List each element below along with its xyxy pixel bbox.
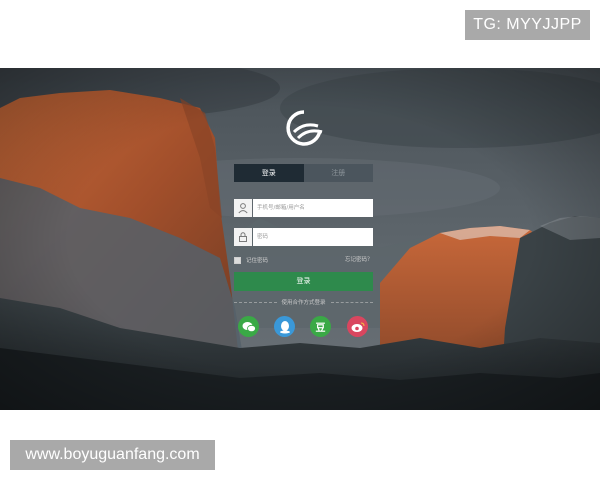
remember-password[interactable]: 记住密码	[234, 255, 268, 265]
tab-login[interactable]: 登录	[234, 164, 304, 182]
watermark-tag: TG: MYYJJPP	[465, 10, 590, 40]
watermark-url: www.boyuguanfang.com	[10, 440, 215, 470]
divider-text: 使用合作方式登录	[281, 300, 326, 306]
username-row	[234, 199, 373, 217]
username-input[interactable]	[253, 199, 373, 217]
brand-logo-icon	[286, 110, 323, 146]
user-icon	[234, 199, 252, 217]
wechat-icon[interactable]	[238, 316, 259, 337]
login-tabs: 登录 注册	[234, 164, 373, 182]
login-screen: 登录 注册 记住密码 忘记密码？ 登录 使用合作方式登录	[0, 68, 600, 410]
divider-line	[234, 301, 277, 303]
login-button[interactable]: 登录	[234, 272, 373, 291]
douban-icon[interactable]: 豆	[310, 316, 331, 337]
remember-checkbox[interactable]	[234, 256, 241, 264]
divider-line	[330, 301, 374, 303]
forgot-password-link[interactable]: 忘记密码？	[345, 255, 373, 265]
password-row	[234, 228, 373, 246]
password-input[interactable]	[253, 228, 373, 246]
weibo-icon[interactable]	[347, 316, 368, 337]
remember-label: 记住密码	[246, 258, 269, 264]
partner-login-divider: 使用合作方式登录	[234, 297, 374, 307]
qq-icon[interactable]	[274, 316, 295, 337]
lock-icon	[234, 228, 252, 246]
douban-glyph: 豆	[315, 323, 326, 334]
tab-register[interactable]: 注册	[303, 164, 373, 182]
